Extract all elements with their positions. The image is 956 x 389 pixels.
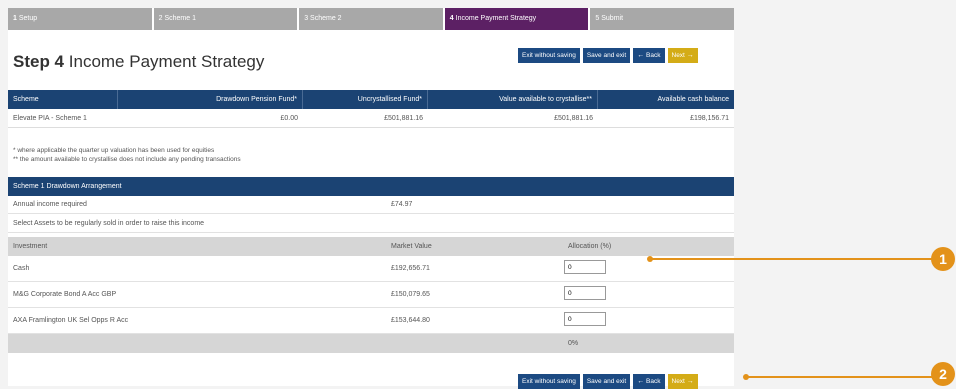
save-and-exit-button[interactable]: Save and exit <box>582 48 631 63</box>
page-title: Step 4 Income Payment Strategy <box>13 52 265 71</box>
next-button[interactable]: Next → <box>667 48 698 63</box>
callout-badge: 1 <box>931 247 955 271</box>
arrow-left-icon: ← <box>637 378 645 385</box>
callout-badge: 2 <box>931 362 955 386</box>
table-row: Cash £192,656.71 <box>8 256 734 282</box>
step-scheme-1[interactable]: 2 Scheme 1 <box>153 8 298 30</box>
save-and-exit-button[interactable]: Save and exit <box>582 374 631 389</box>
arrow-right-icon: → <box>686 52 694 59</box>
instruction-row: Select Assets to be regularly sold in or… <box>8 215 734 233</box>
allocation-input-axa-uk[interactable] <box>564 312 606 326</box>
callout-line <box>746 376 932 378</box>
step-submit[interactable]: 5 Submit <box>590 8 734 30</box>
wizard-panel: 1 Setup 2 Scheme 1 3 Scheme 2 4 Income P… <box>8 8 734 389</box>
arrow-right-icon: → <box>686 378 694 385</box>
back-button[interactable]: ← Back <box>633 374 665 389</box>
exit-without-saving-button[interactable]: Exit without saving <box>518 374 580 389</box>
annual-income-row: Annual income required £74.97 <box>8 196 734 214</box>
step-income-payment-strategy[interactable]: 4 Income Payment Strategy <box>444 8 589 30</box>
arrow-left-icon: ← <box>637 52 645 59</box>
allocation-input-mg-bond[interactable] <box>564 286 606 300</box>
allocation-total-row: 0% <box>8 334 734 353</box>
back-button[interactable]: ← Back <box>633 48 665 63</box>
investment-table-header: Investment Market Value Allocation (%) <box>8 237 734 256</box>
allocation-input-cash[interactable] <box>564 260 606 274</box>
step-setup[interactable]: 1 Setup <box>8 8 152 30</box>
table-row: Elevate PIA - Scheme 1 £0.00 £501,881.16… <box>8 109 734 128</box>
callout-line <box>650 258 932 260</box>
step-progress-bar: 1 Setup 2 Scheme 1 3 Scheme 2 4 Income P… <box>8 8 734 30</box>
top-button-bar: Exit without saving Save and exit ← Back… <box>518 48 698 63</box>
step-scheme-2[interactable]: 3 Scheme 2 <box>299 8 443 30</box>
summary-table-header: Scheme Drawdown Pension Fund* Uncrystall… <box>8 90 734 109</box>
bottom-button-bar: Exit without saving Save and exit ← Back… <box>518 374 698 389</box>
arrangement-section-header: Scheme 1 Drawdown Arrangement <box>8 177 734 196</box>
table-row: AXA Framlington UK Sel Opps R Acc £153,6… <box>8 308 734 334</box>
table-row: M&G Corporate Bond A Acc GBP £150,079.65 <box>8 282 734 308</box>
next-button[interactable]: Next → <box>667 374 698 389</box>
exit-without-saving-button[interactable]: Exit without saving <box>518 48 580 63</box>
footnotes: * where applicable the quarter up valuat… <box>13 147 241 163</box>
